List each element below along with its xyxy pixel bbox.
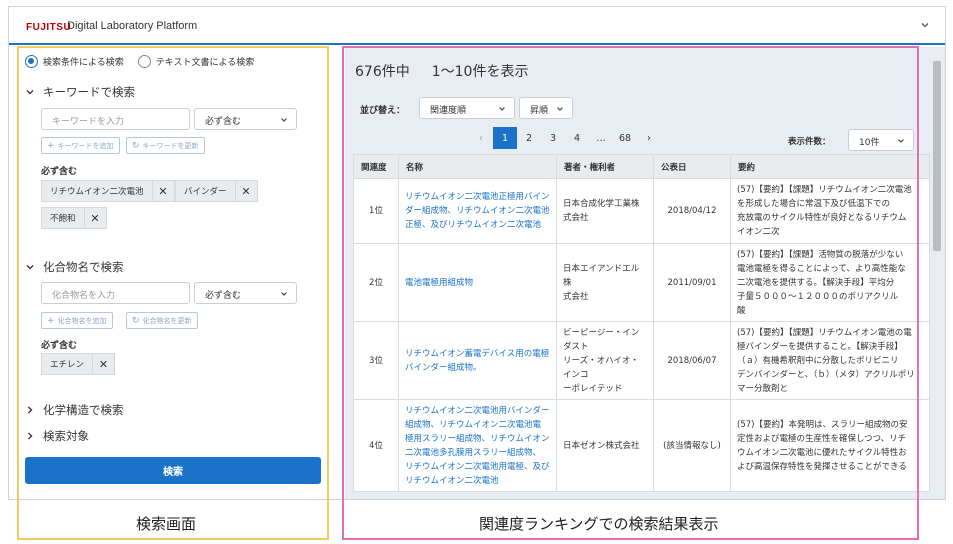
results-caption: 関連度ランキングでの検索結果表示: [479, 515, 719, 533]
chevron-down-icon[interactable]: [919, 19, 931, 31]
app-title: Digital Laboratory Platform: [67, 20, 198, 32]
fujitsu-logo: FUJITSU: [26, 22, 72, 33]
header: FUJITSU Digital Laboratory Platform: [9, 7, 945, 45]
results-highlight: [342, 46, 919, 540]
results-scrollbar[interactable]: [933, 55, 941, 495]
scrollbar-thumb[interactable]: [933, 61, 941, 251]
search-screen-highlight: [17, 46, 329, 540]
search-screen-caption: 検索画面: [136, 515, 197, 533]
